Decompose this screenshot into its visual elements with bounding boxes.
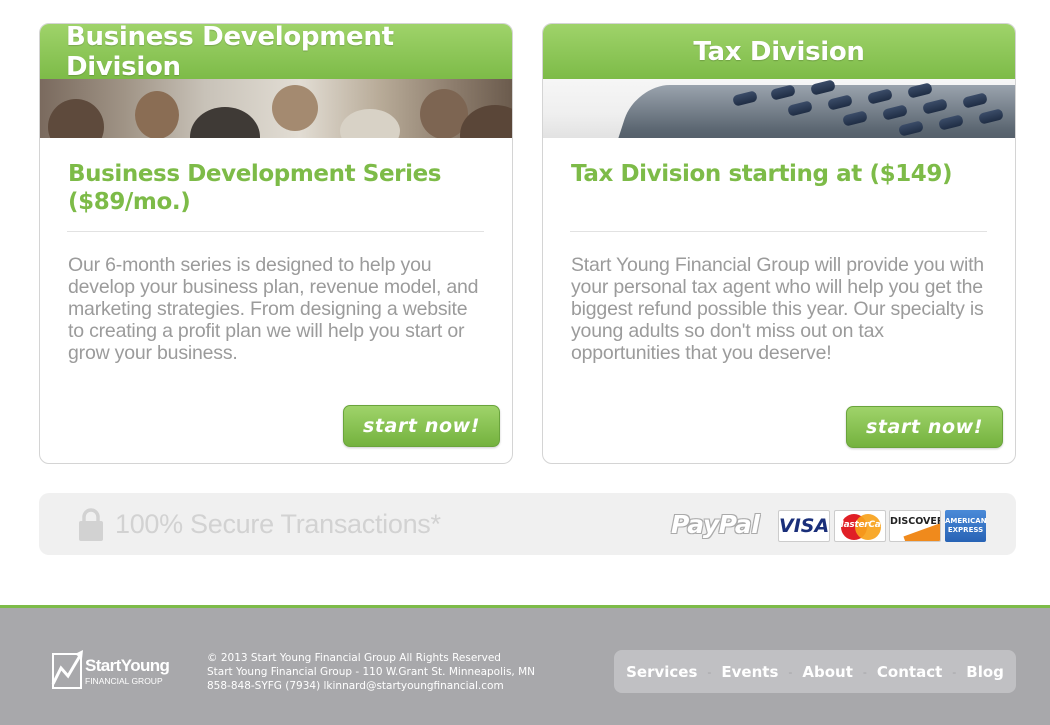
start-young-logo[interactable]: StartYoung FINANCIAL GROUP (51, 646, 181, 694)
divider (67, 231, 484, 232)
start-now-button[interactable]: start now! (343, 405, 500, 447)
american-express-logo: AMERICAN EXPRESS (945, 510, 986, 542)
card-title: Tax Division starting at ($149) (571, 161, 953, 187)
secure-transactions-bar: 100% Secure Transactions* PayPal VISA Ma… (39, 493, 1016, 555)
logo-name: StartYoung (85, 656, 170, 675)
address: Start Young Financial Group - 110 W.Gran… (207, 666, 536, 678)
mastercard-logo: MasterCard (834, 510, 886, 542)
footer-info: © 2013 Start Young Financial Group All R… (207, 651, 535, 693)
start-now-button[interactable]: start now! (846, 406, 1003, 448)
paypal-logo: PayPal (671, 510, 760, 539)
contact-info: 858-848-SYFG (7934) lkinnard@startyoungf… (207, 680, 504, 692)
card-header: Business Development Division (40, 24, 512, 82)
amex-line-1: AMERICAN (945, 517, 986, 525)
copyright: © 2013 Start Young Financial Group All R… (207, 652, 501, 664)
tax-division-card: Tax Division Tax Division starting at ($… (542, 23, 1016, 464)
classroom-photo (40, 79, 512, 138)
footer: StartYoung FINANCIAL GROUP © 2013 Start … (0, 605, 1050, 725)
amex-line-2: EXPRESS (947, 526, 984, 534)
footer-nav: Services - Events - About - Contact - Bl… (614, 650, 1016, 693)
nav-contact[interactable]: Contact (877, 663, 942, 681)
divider (570, 231, 987, 232)
nav-services[interactable]: Services (626, 663, 697, 681)
discover-text: DISCOVER (890, 516, 941, 527)
lock-icon (79, 508, 103, 541)
nav-blog[interactable]: Blog (966, 663, 1004, 681)
card-header: Tax Division (543, 24, 1015, 79)
card-description: Start Young Financial Group will provide… (571, 254, 984, 364)
secure-text: 100% Secure Transactions* (115, 509, 441, 539)
card-title: Business Development Series ($89/mo.) (68, 161, 442, 215)
visa-logo: VISA (778, 510, 830, 542)
logo-subtitle: FINANCIAL GROUP (85, 676, 163, 686)
discover-logo: DISCOVER (889, 510, 941, 542)
nav-events[interactable]: Events (721, 663, 778, 681)
chart-arrow-icon (51, 650, 83, 689)
business-development-card: Business Development Division Business D… (39, 23, 513, 464)
card-description: Our 6-month series is designed to help y… (68, 254, 479, 364)
calculator-photo (543, 79, 1015, 138)
mastercard-text: MasterCard (835, 520, 886, 530)
nav-about[interactable]: About (802, 663, 853, 681)
